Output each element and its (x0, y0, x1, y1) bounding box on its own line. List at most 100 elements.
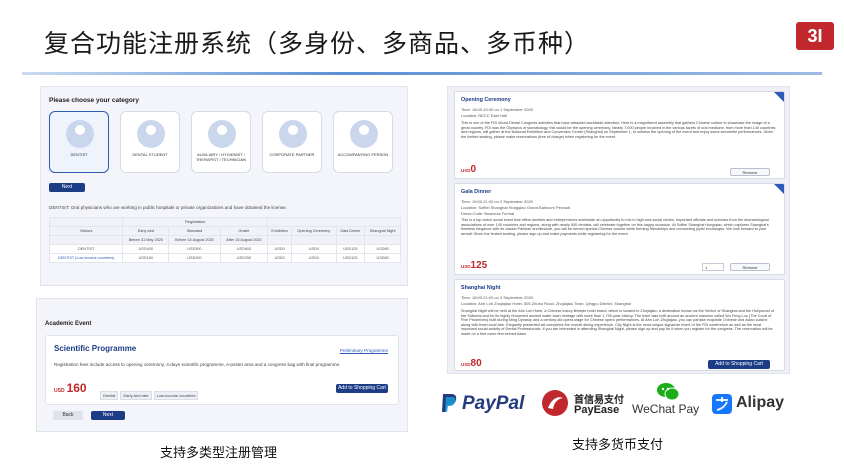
table-header (267, 217, 401, 227)
table-header: Shanghai Night (364, 226, 401, 236)
wechat-pay-label: WeChat Pay (632, 402, 700, 416)
preliminary-programme-link[interactable]: Preliminary Programme (340, 348, 388, 353)
rate-tag: Low-income countries (153, 391, 199, 401)
event-description: This is one of the FDI World Dental Cong… (461, 121, 776, 139)
table-cell: DENTIST (Low income countries) (48, 253, 124, 263)
event-price: USD125 (461, 260, 487, 271)
table-subheader (48, 235, 124, 245)
event-title: Shanghai Night (461, 285, 501, 291)
event-time: Time: 19:00-21:00 on 2 September 2020 (461, 199, 533, 204)
next-button[interactable]: Next (91, 411, 125, 420)
table-cell: USD80 (364, 253, 401, 263)
currency-label: USD (461, 264, 471, 269)
table-header: Visitors (48, 226, 124, 236)
table-subheader: Before 31 May 2020 (122, 235, 170, 245)
paypal-icon (442, 394, 457, 412)
academic-heading: Academic Event (45, 321, 92, 327)
rate-tag: Dentist (100, 391, 119, 401)
event-description: This is a top-notch social event that of… (461, 218, 769, 236)
event-card-shanghai-night: Shanghai Night Time: 18:00-21:00 on 3 Se… (454, 279, 785, 371)
next-button[interactable]: Next (49, 183, 85, 192)
brand-logo: 3I (796, 22, 834, 50)
price-amount: 0 (470, 164, 477, 175)
alipay-icon (712, 394, 732, 414)
category-card-dentist[interactable]: DENTIST (49, 111, 109, 173)
table-header: Early-bird (122, 226, 170, 236)
payease-label: PayEase (574, 404, 620, 416)
category-card-student[interactable]: DENTAL STUDENT (120, 111, 180, 173)
table-cell: USD250 (219, 253, 269, 263)
table-cell: USD0 (291, 244, 337, 254)
table-cell: USD200 (168, 253, 221, 263)
table-cell: USD400 (122, 244, 170, 254)
payease-logo: 首信易支付 PayEase (540, 388, 624, 423)
table-subheader (364, 235, 401, 245)
title-divider (22, 72, 822, 75)
category-label: ACCOMPANYING PERSON (337, 152, 389, 157)
event-description: Shanghai Night will be held at the Ahn L… (461, 309, 775, 336)
table-cell: USD160 (122, 253, 170, 263)
table-subheader (267, 235, 293, 245)
category-card-accompanying[interactable]: ACCOMPANYING PERSON (333, 111, 393, 173)
programme-description: Registration fees include access to open… (54, 362, 341, 367)
rate-tag: Early-bird rate (120, 391, 152, 401)
table-subheader: Before 15 August 2020 (168, 235, 221, 245)
category-card-auxiliary[interactable]: AUXILIARY / HYGIENIST / THERAPIST / TECH… (191, 111, 251, 173)
event-location: Location: Ahn Luh Zhujiajiao Hotel, 505 … (461, 301, 632, 306)
accompanying-avatar-icon (350, 120, 378, 148)
category-description: DENTIST: Oral physicians who are working… (49, 205, 287, 210)
wechat-icon (657, 383, 680, 401)
event-card-opening-ceremony: Opening Ceremony Time: 18:00-19:30 on 1 … (454, 91, 785, 179)
event-location: Location: NECC East Hall (461, 113, 507, 118)
wechat-pay-logo: WeChat Pay (632, 382, 704, 420)
event-location: Location: Sofitel Shanghai Hongqiao Gran… (461, 205, 570, 210)
programme-card: Scientific Programme Preliminary Program… (45, 335, 399, 405)
table-header: Standard (168, 226, 221, 236)
alipay-label: Alipay (736, 394, 785, 411)
category-label: DENTIST (70, 152, 88, 157)
left-caption: 支持多类型注册管理 (160, 446, 278, 461)
back-button[interactable]: Back (53, 411, 83, 420)
quantity-input[interactable]: 1 (702, 263, 724, 271)
selected-corner-icon (774, 184, 784, 194)
student-avatar-icon (137, 120, 165, 148)
category-card-corporate[interactable]: CORPORATE PARTNER (262, 111, 322, 173)
academic-panel: Academic Event Scientific Programme Prel… (36, 298, 408, 432)
auxiliary-avatar-icon (208, 120, 236, 148)
dentist-avatar-icon (66, 120, 94, 148)
event-title: Gala Dinner (461, 189, 492, 195)
price-amount: 125 (470, 260, 488, 271)
table-cell: DENTIST (48, 244, 124, 254)
table-cell: USD500 (168, 244, 221, 254)
category-label: CORPORATE PARTNER (269, 152, 315, 157)
event-price: USD80 (461, 358, 482, 369)
paypal-label: PayPal (462, 393, 525, 414)
event-time: Time: 18:00-19:30 on 1 September 2020 (461, 107, 533, 112)
event-card-gala-dinner: Gala Dinner Time: 19:00-21:00 on 2 Septe… (454, 183, 785, 275)
table-header: Opening Ceremony (291, 226, 337, 236)
remove-button[interactable]: Remove (730, 263, 770, 271)
rate-tags: Dentist Early-bird rate Low-income countri… (98, 387, 199, 405)
currency-label: USD (54, 388, 65, 394)
category-heading: Please choose your category (49, 97, 139, 104)
table-header: Onsite (219, 226, 269, 236)
table-row: DENTIST USD400 USD500 USD600 USD0 USD0 U… (48, 244, 401, 254)
paypal-logo: PayPal (440, 392, 524, 419)
add-to-cart-button[interactable]: Add to Shopping Cart (336, 384, 388, 393)
table-row: DENTIST (Low income countries) USD160 US… (48, 253, 401, 263)
table-subheader (335, 235, 366, 245)
table-cell: USD0 (267, 244, 293, 254)
add-to-cart-button[interactable]: Add to Shopping Cart (708, 360, 770, 369)
payease-icon (542, 390, 568, 416)
remove-button[interactable]: Remove (730, 168, 770, 176)
table-header (48, 217, 124, 227)
selected-corner-icon (774, 92, 784, 102)
category-panel: Please choose your category DENTIST DENT… (40, 86, 408, 286)
price-amount: 160 (66, 381, 87, 395)
table-cell: USD0 (291, 253, 337, 263)
price-amount: 80 (470, 358, 482, 369)
page-title: 复合功能注册系统（多身份、多商品、多币种） (44, 29, 591, 58)
event-title: Opening Ceremony (461, 97, 511, 103)
table-subheader (291, 235, 337, 245)
table-cell: USD80 (364, 244, 401, 254)
